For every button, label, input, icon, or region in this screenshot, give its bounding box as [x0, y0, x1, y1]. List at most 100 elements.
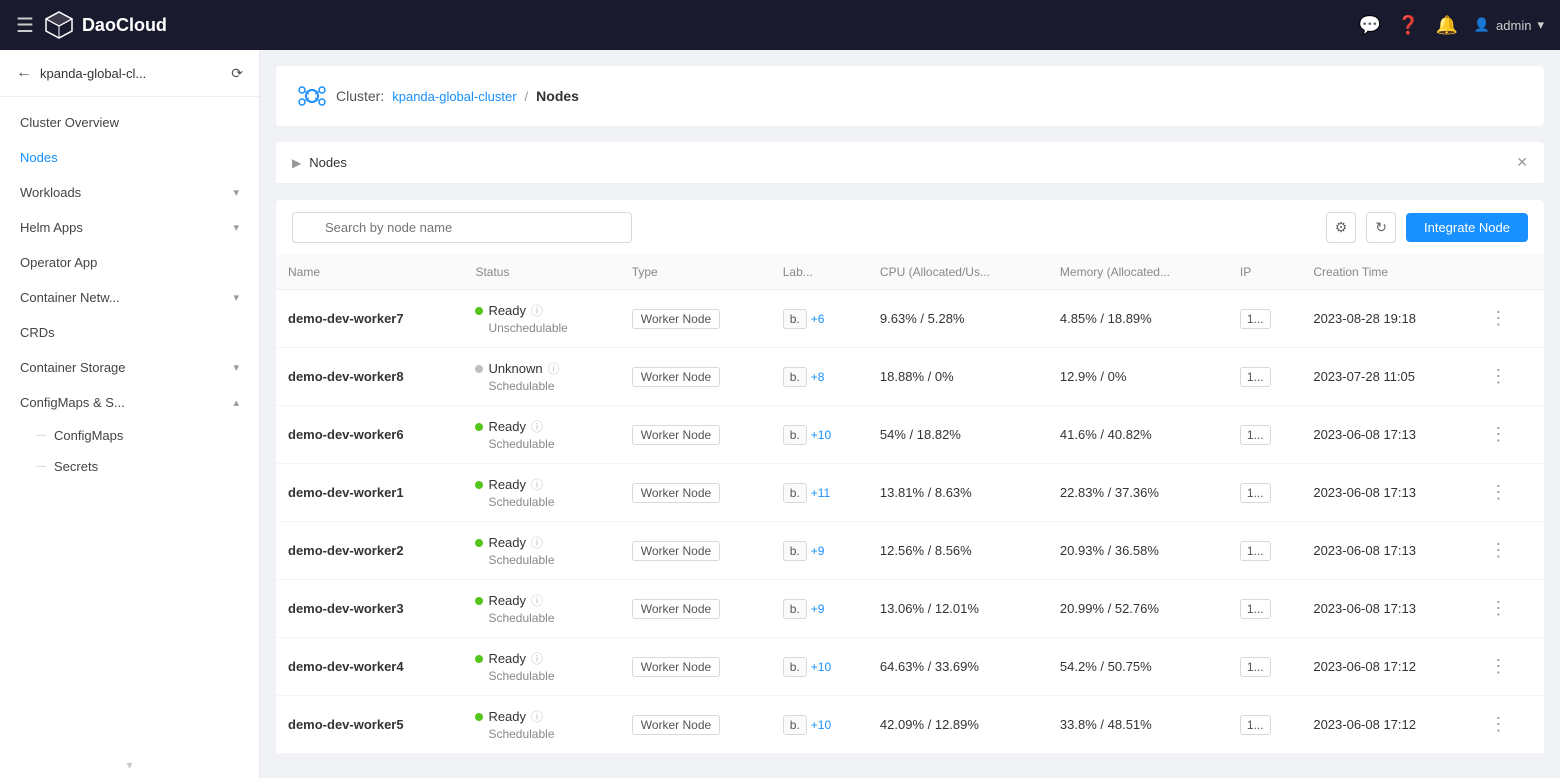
memory-value: 12.9% / 0%	[1060, 369, 1127, 384]
sidebar-item-cluster-overview[interactable]: Cluster Overview	[0, 105, 259, 140]
sidebar-item-operator-app[interactable]: Operator App	[0, 245, 259, 280]
cell-ip: 1...	[1228, 522, 1301, 580]
expand-icon: ▾	[233, 186, 239, 199]
cell-cpu: 64.63% / 33.69%	[868, 638, 1048, 696]
cell-ip: 1...	[1228, 580, 1301, 638]
chat-icon[interactable]: 💬	[1359, 15, 1381, 36]
col-creation-time: Creation Time	[1301, 255, 1471, 290]
label-more[interactable]: +10	[811, 428, 831, 442]
breadcrumb-cluster-name[interactable]: kpanda-global-cluster	[392, 89, 516, 104]
sidebar-item-configmaps-s[interactable]: ConfigMaps & S... ▴	[0, 385, 259, 420]
node-name[interactable]: demo-dev-worker6	[288, 427, 404, 442]
info-icon[interactable]: ⓘ	[531, 592, 543, 609]
row-more-button[interactable]: ⋮	[1483, 306, 1513, 331]
sidebar-item-container-storage[interactable]: Container Storage ▾	[0, 350, 259, 385]
nodes-table: Name Status Type Lab... CPU (Allocated/U…	[276, 255, 1544, 754]
user-avatar-icon: 👤	[1474, 17, 1490, 33]
label-more[interactable]: +6	[811, 312, 825, 326]
table-row: demo-dev-worker2 Ready ⓘ Schedulable Wor…	[276, 522, 1544, 580]
refresh-button[interactable]: ↻	[1366, 212, 1396, 243]
label-badge: b.	[783, 657, 807, 677]
label-more[interactable]: +8	[811, 370, 825, 384]
node-name[interactable]: demo-dev-worker7	[288, 311, 404, 326]
memory-value: 54.2% / 50.75%	[1060, 659, 1152, 674]
sidebar-item-nodes[interactable]: Nodes	[0, 140, 259, 175]
sidebar-item-container-netw[interactable]: Container Netw... ▾	[0, 280, 259, 315]
node-name[interactable]: demo-dev-worker5	[288, 717, 404, 732]
row-more-button[interactable]: ⋮	[1483, 480, 1513, 505]
col-ip: IP	[1228, 255, 1301, 290]
cell-type: Worker Node	[620, 406, 771, 464]
sidebar-item-workloads[interactable]: Workloads ▾	[0, 175, 259, 210]
cell-actions: ⋮	[1471, 580, 1544, 638]
row-more-button[interactable]: ⋮	[1483, 422, 1513, 447]
node-name[interactable]: demo-dev-worker1	[288, 485, 404, 500]
sidebar-item-label: Container Storage	[20, 360, 126, 375]
node-name[interactable]: demo-dev-worker2	[288, 543, 404, 558]
cell-name: demo-dev-worker4	[276, 638, 463, 696]
hamburger-menu[interactable]: ☰	[16, 13, 34, 38]
sidebar-item-crds[interactable]: CRDs	[0, 315, 259, 350]
cell-actions: ⋮	[1471, 638, 1544, 696]
notification-icon[interactable]: 🔔	[1435, 15, 1457, 36]
cell-ip: 1...	[1228, 464, 1301, 522]
breadcrumb-page: Nodes	[536, 88, 579, 104]
node-name[interactable]: demo-dev-worker4	[288, 659, 404, 674]
cell-cpu: 42.09% / 12.89%	[868, 696, 1048, 754]
cell-memory: 20.93% / 36.58%	[1048, 522, 1228, 580]
sidebar-item-helm-apps[interactable]: Helm Apps ▾	[0, 210, 259, 245]
cell-status: Ready ⓘ Schedulable	[463, 406, 619, 464]
sidebar-refresh-icon[interactable]: ⟳	[231, 65, 243, 82]
row-more-button[interactable]: ⋮	[1483, 596, 1513, 621]
cell-ip: 1...	[1228, 406, 1301, 464]
row-more-button[interactable]: ⋮	[1483, 712, 1513, 737]
label-more[interactable]: +11	[811, 486, 830, 500]
brand-name: DaoCloud	[82, 15, 167, 36]
info-icon[interactable]: ⓘ	[548, 360, 560, 377]
cell-labels: b. +10	[771, 638, 868, 696]
row-more-button[interactable]: ⋮	[1483, 538, 1513, 563]
settings-button[interactable]: ⚙	[1326, 212, 1357, 243]
info-icon[interactable]: ⓘ	[531, 534, 543, 551]
creation-time-value: 2023-06-08 17:13	[1313, 543, 1416, 558]
user-menu[interactable]: 👤 admin ▾	[1474, 17, 1544, 33]
node-name[interactable]: demo-dev-worker8	[288, 369, 404, 384]
back-button[interactable]: ←	[16, 64, 32, 82]
ip-badge: 1...	[1240, 715, 1271, 735]
banner-close-icon[interactable]: ✕	[1516, 154, 1528, 171]
sidebar-sub-item-secrets[interactable]: Secrets	[0, 451, 259, 482]
row-more-button[interactable]: ⋮	[1483, 654, 1513, 679]
label-more[interactable]: +9	[811, 544, 825, 558]
cell-creation-time: 2023-06-08 17:13	[1301, 580, 1471, 638]
user-name: admin	[1496, 18, 1531, 33]
cpu-value: 18.88% / 0%	[880, 369, 954, 384]
info-icon[interactable]: ⓘ	[531, 302, 543, 319]
label-more[interactable]: +9	[811, 602, 825, 616]
label-more[interactable]: +10	[811, 660, 831, 674]
cpu-value: 42.09% / 12.89%	[880, 717, 979, 732]
sidebar-sub-item-configmaps[interactable]: ConfigMaps	[0, 420, 259, 451]
status-dot	[475, 423, 483, 431]
info-icon[interactable]: ⓘ	[531, 418, 543, 435]
cpu-value: 9.63% / 5.28%	[880, 311, 965, 326]
sidebar-item-label: ConfigMaps & S...	[20, 395, 125, 410]
label-more[interactable]: +10	[811, 718, 831, 732]
cell-creation-time: 2023-08-28 19:18	[1301, 290, 1471, 348]
memory-value: 33.8% / 48.51%	[1060, 717, 1152, 732]
banner-expand-icon[interactable]: ▶	[292, 156, 301, 170]
node-name[interactable]: demo-dev-worker3	[288, 601, 404, 616]
breadcrumb-separator: /	[525, 89, 529, 104]
sidebar-item-label: CRDs	[20, 325, 55, 340]
status-sub: Unschedulable	[475, 321, 607, 335]
info-icon[interactable]: ⓘ	[531, 476, 543, 493]
integrate-node-button[interactable]: Integrate Node	[1406, 213, 1528, 242]
row-more-button[interactable]: ⋮	[1483, 364, 1513, 389]
user-dropdown-icon: ▾	[1537, 17, 1544, 33]
info-icon[interactable]: ⓘ	[531, 708, 543, 725]
info-icon[interactable]: ⓘ	[531, 650, 543, 667]
search-input[interactable]	[292, 212, 632, 243]
cell-actions: ⋮	[1471, 522, 1544, 580]
help-icon[interactable]: ❓	[1397, 15, 1419, 36]
cell-name: demo-dev-worker8	[276, 348, 463, 406]
cell-cpu: 9.63% / 5.28%	[868, 290, 1048, 348]
